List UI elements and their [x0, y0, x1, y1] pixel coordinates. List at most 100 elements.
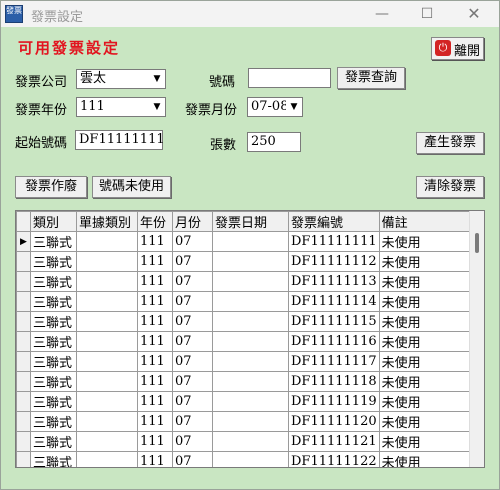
table-row[interactable]: 三聯式 111 07 DF11111115 未使用	[16, 311, 475, 332]
row-selector[interactable]	[16, 411, 31, 432]
row-selector[interactable]	[16, 351, 31, 372]
row-selector[interactable]	[16, 391, 31, 412]
table-cell	[76, 231, 138, 252]
table-row[interactable]: 三聯式 111 07 DF11111119 未使用	[16, 391, 475, 412]
table-cell: 07	[172, 311, 213, 332]
close-button[interactable]: ✕	[459, 3, 489, 25]
minimize-button[interactable]: —	[367, 3, 397, 25]
table-row[interactable]: 三聯式 111 07 DF11111113 未使用	[16, 271, 475, 292]
invoice-query-button[interactable]: 發票查詢	[337, 67, 405, 89]
table-cell: 07	[172, 271, 213, 292]
column-header[interactable]: 月份	[172, 211, 213, 232]
table-cell: 未使用	[378, 231, 475, 252]
table-cell: 未使用	[378, 451, 475, 467]
table-row[interactable]: 三聯式 111 07 DF11111120 未使用	[16, 411, 475, 432]
year-select[interactable]: 111 ▼	[76, 97, 166, 117]
current-row-indicator-icon[interactable]: ▶	[16, 231, 31, 252]
column-header[interactable]: 發票編號	[288, 211, 380, 232]
company-select[interactable]: 雲太 ▼	[76, 69, 166, 89]
table-cell	[212, 351, 289, 372]
exit-button-label: 離開	[454, 44, 481, 59]
table-cell	[212, 271, 289, 292]
column-header[interactable]: 發票日期	[212, 211, 289, 232]
column-header[interactable]: 單據類別	[76, 211, 138, 232]
chevron-down-icon[interactable]: ▼	[286, 98, 302, 116]
table-cell	[212, 311, 289, 332]
row-selector[interactable]	[16, 371, 31, 392]
table-cell: 未使用	[378, 431, 475, 452]
column-header[interactable]: 備註	[378, 211, 475, 232]
start-number-input[interactable]: DF11111111	[75, 130, 165, 150]
table-row[interactable]: 三聯式 111 07 DF11111112 未使用	[16, 251, 475, 272]
table-cell: 三聯式	[30, 391, 77, 412]
table-cell: 三聯式	[30, 231, 77, 252]
table-cell: 111	[137, 271, 173, 292]
chevron-down-icon[interactable]: ▼	[149, 70, 165, 88]
column-header[interactable]: 類別	[30, 211, 77, 232]
table-cell: DF11111112	[288, 251, 380, 272]
table-cell: DF11111121	[288, 431, 380, 452]
table-cell: 111	[137, 351, 173, 372]
page-heading: 可用發票設定	[18, 39, 121, 57]
table-row[interactable]: 三聯式 111 07 DF11111114 未使用	[16, 291, 475, 312]
table-cell: 未使用	[378, 291, 475, 312]
table-cell: 111	[137, 251, 173, 272]
table-cell: 07	[172, 431, 213, 452]
row-selector[interactable]	[16, 451, 31, 467]
clear-invoice-button[interactable]: 清除發票	[416, 176, 484, 198]
table-row[interactable]: 三聯式 111 07 DF11111116 未使用	[16, 331, 475, 352]
table-cell: 未使用	[378, 311, 475, 332]
row-selector[interactable]	[16, 331, 31, 352]
generate-invoice-button[interactable]: 產生發票	[416, 132, 484, 154]
table-row[interactable]: 三聯式 111 07 DF11111121 未使用	[16, 431, 475, 452]
table-cell: 111	[137, 311, 173, 332]
table-row[interactable]: 三聯式 111 07 DF11111117 未使用	[16, 351, 475, 372]
count-label: 張數	[210, 138, 237, 153]
table-cell	[76, 431, 138, 452]
table-cell: DF11111122	[288, 451, 380, 467]
number-unused-button[interactable]: 號碼未使用	[92, 176, 171, 198]
table-cell: 111	[137, 291, 173, 312]
table-row[interactable]: 三聯式 111 07 DF11111122 未使用	[16, 451, 475, 467]
table-cell	[76, 271, 138, 292]
table-row[interactable]: ▶ 三聯式 111 07 DF11111111 未使用	[16, 231, 475, 252]
start-number-label: 起始號碼	[15, 136, 68, 151]
count-input[interactable]: 250	[247, 132, 301, 152]
maximize-button[interactable]: ☐	[412, 3, 442, 25]
table-cell: 111	[137, 391, 173, 412]
invoice-grid[interactable]: 類別 單據類別 年份 月份 發票日期 發票編號 備註 ▶ 三聯式 111 07 DF11111111…	[15, 210, 485, 468]
void-invoice-button[interactable]: 發票作廢	[15, 176, 87, 198]
table-cell: 三聯式	[30, 431, 77, 452]
table-cell	[212, 291, 289, 312]
table-cell: DF11111113	[288, 271, 380, 292]
table-cell	[76, 371, 138, 392]
table-cell: 07	[172, 451, 213, 467]
month-select[interactable]: 07-08 ▼	[247, 97, 303, 117]
row-selector[interactable]	[16, 251, 31, 272]
table-cell	[76, 451, 138, 467]
table-cell: 07	[172, 391, 213, 412]
chevron-down-icon[interactable]: ▼	[149, 98, 165, 116]
row-selector[interactable]	[16, 271, 31, 292]
row-selector[interactable]	[16, 291, 31, 312]
table-cell: DF11111118	[288, 371, 380, 392]
row-selector[interactable]	[16, 311, 31, 332]
table-cell	[212, 231, 289, 252]
table-cell: 未使用	[378, 251, 475, 272]
number-input[interactable]	[248, 68, 331, 88]
table-cell	[212, 251, 289, 272]
table-cell	[212, 371, 289, 392]
table-cell	[76, 311, 138, 332]
year-label: 發票年份	[15, 103, 68, 118]
table-cell: 111	[137, 431, 173, 452]
table-cell: 未使用	[378, 411, 475, 432]
exit-button[interactable]: ⏻ 離開	[431, 37, 484, 60]
table-cell: 三聯式	[30, 291, 77, 312]
scrollbar-thumb[interactable]	[475, 233, 479, 253]
table-cell	[212, 331, 289, 352]
table-cell: DF11111115	[288, 311, 380, 332]
table-row[interactable]: 三聯式 111 07 DF11111118 未使用	[16, 371, 475, 392]
column-header[interactable]: 年份	[137, 211, 173, 232]
vertical-scrollbar[interactable]	[469, 211, 484, 467]
row-selector[interactable]	[16, 431, 31, 452]
